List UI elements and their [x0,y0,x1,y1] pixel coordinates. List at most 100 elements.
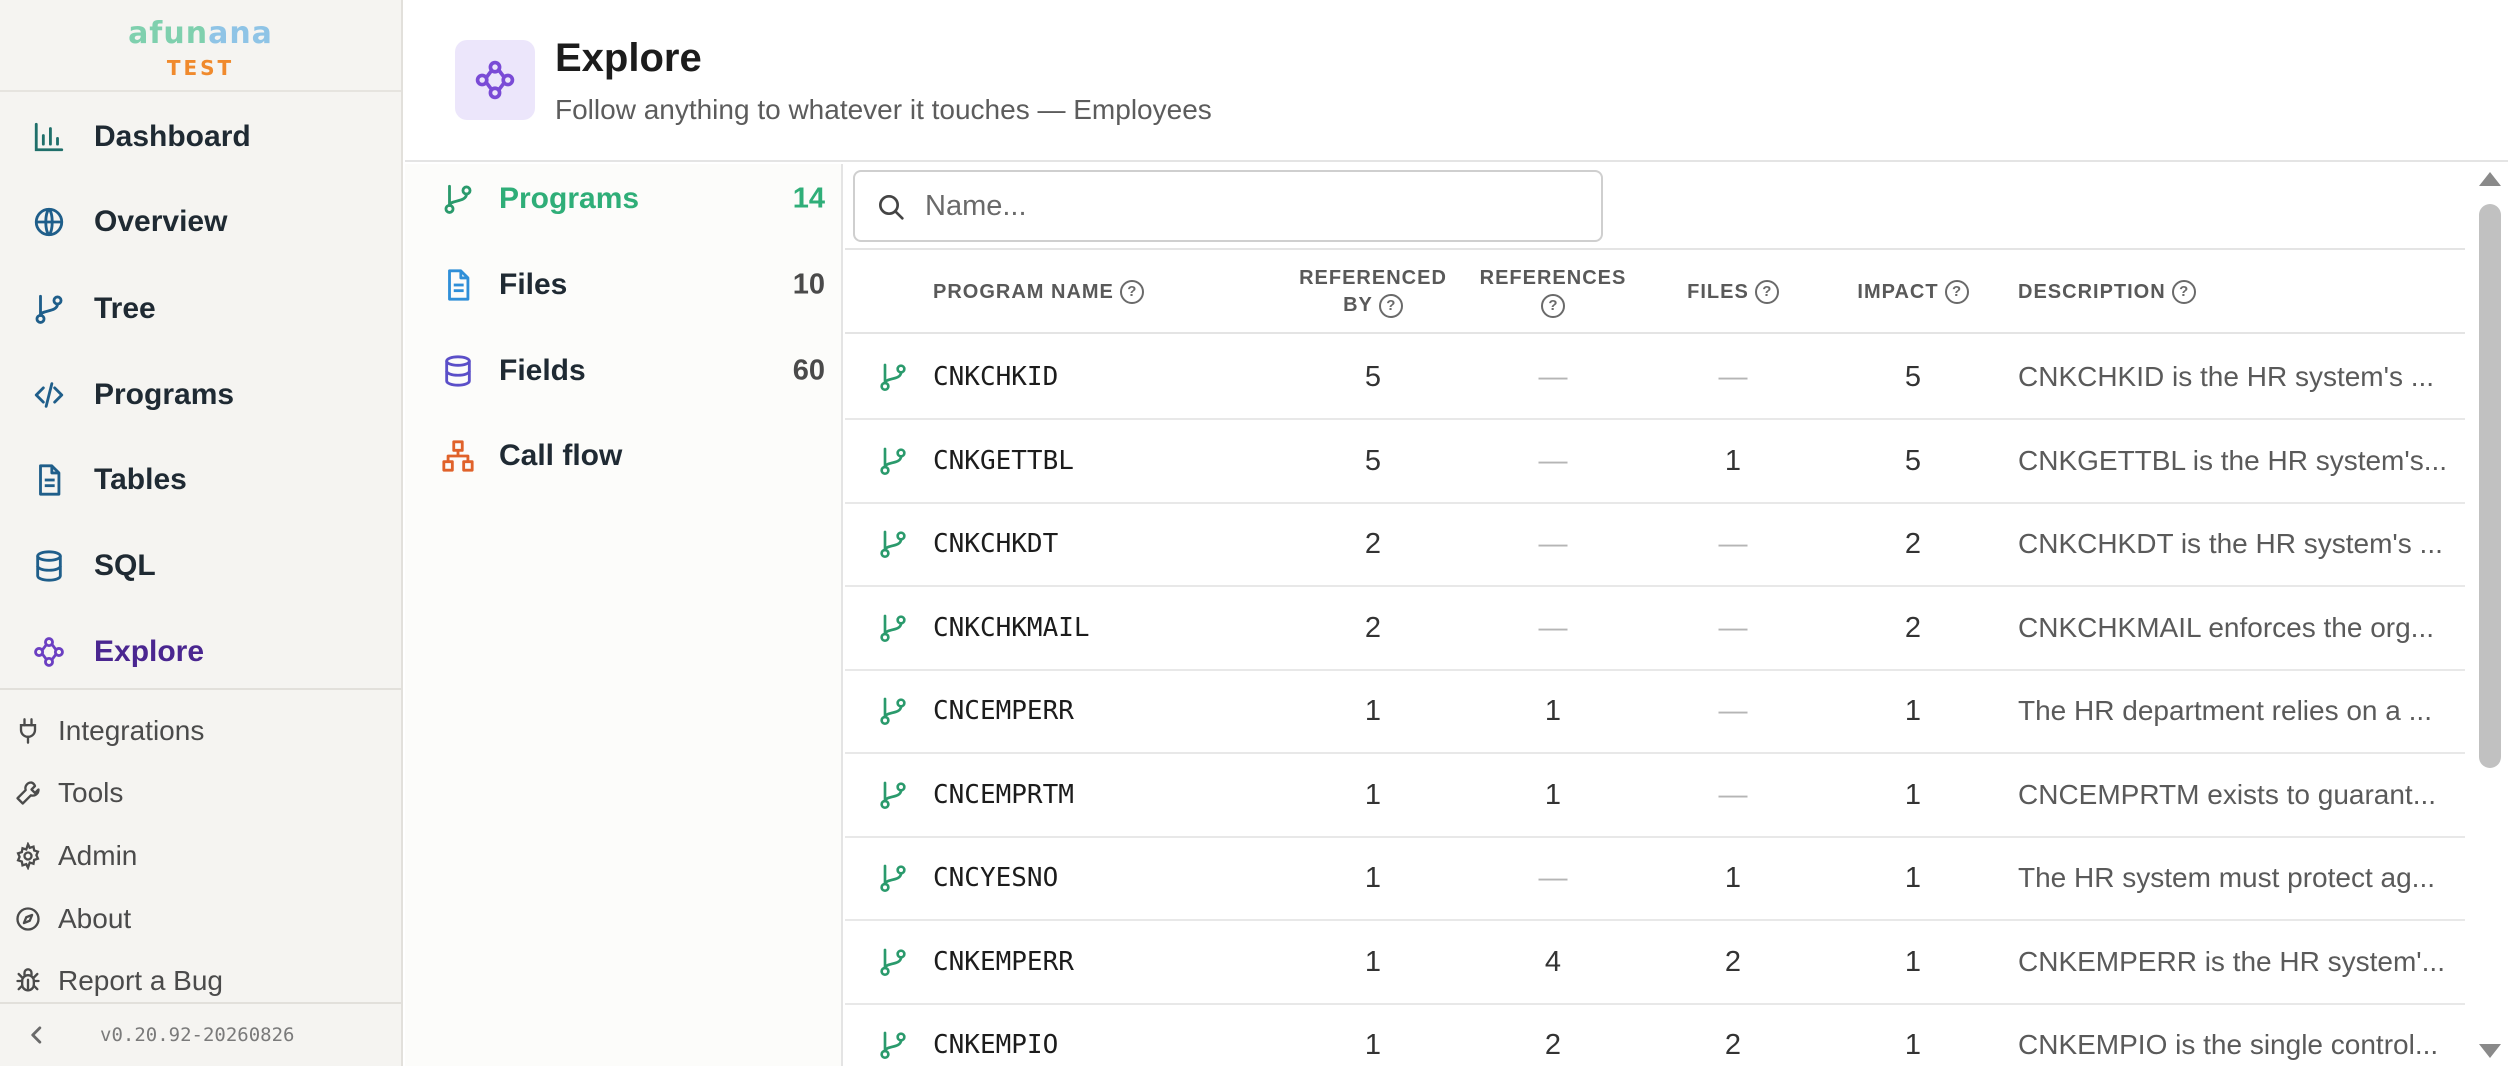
sidebar-item-overview[interactable]: Overview [0,187,401,257]
table-row[interactable]: CNKCHKID 5 — — 5 CNKCHKID is the HR system's … [845,336,2465,420]
program-name-cell[interactable]: CNKGETTBL [933,420,1074,502]
git-branch-icon [880,781,906,809]
column-header-references[interactable]: REFERENCES? [1465,250,1641,334]
table-row[interactable]: CNKCHKMAIL 2 — — 2 CNKCHKMAIL enforces the or… [845,587,2465,671]
category-call-flow[interactable]: Call flow [405,421,841,491]
sidebar-item-label: Explore [94,635,205,668]
chevron-left-icon[interactable] [20,1018,54,1052]
sidebar-item-tree[interactable]: Tree [0,274,401,344]
scrollbar-thumb[interactable] [2479,204,2501,768]
program-name-cell[interactable]: CNKCHKDT [933,503,1058,585]
scroll-down-arrow[interactable] [2479,1044,2501,1058]
impact-cell: 5 [1904,361,1922,393]
program-name-cell[interactable]: CNCYESNO [933,837,1058,919]
column-header-referenced-by[interactable]: REFERENCED BY? [1285,250,1461,334]
table-row[interactable]: CNCYESNO 1 — 1 1 The HR system must protect a… [845,837,2465,921]
help-icon[interactable]: ? [1119,280,1144,304]
compass-icon [16,907,40,931]
program-name-cell[interactable]: CNCEMPERR [933,670,1074,752]
category-label: Files [499,268,568,301]
files-cell: 2 [1724,1029,1742,1061]
programs-table-section: PROGRAM NAME? REFERENCEDBY? REFERENCES? … [845,164,2508,1066]
brand-name: afunana [128,16,273,51]
sidebar-item-label: Tree [94,292,156,325]
referenced-by-cell: 5 [1364,361,1382,393]
references-cell: — [1538,444,1568,477]
references-cell: 1 [1544,695,1562,727]
referenced-by-cell: 1 [1364,695,1382,727]
git-branch-icon [880,530,906,558]
sidebar-item-integrations[interactable]: Integrations [0,701,401,761]
table-row[interactable]: CNCEMPRTM 1 1 — 1 CNCEMPRTM exists to guarant… [845,754,2465,838]
program-name-cell[interactable]: CNCEMPRTM [933,754,1074,836]
table-row[interactable]: CNKCHKDT 2 — — 2 CNKCHKDT is the HR system's … [845,503,2465,587]
help-icon[interactable]: ? [1944,280,1969,304]
column-header-program-name[interactable]: PROGRAM NAME? [933,250,1144,334]
program-name-cell[interactable]: CNKCHKMAIL [933,587,1090,669]
search-box [853,170,1603,242]
table-row[interactable]: CNCEMPERR 1 1 — 1 The HR department relies on… [845,670,2465,754]
version-label: v0.20.92-20260826 [100,1024,295,1046]
column-header-description[interactable]: DESCRIPTION? [2018,250,2196,334]
globe-icon [34,207,64,237]
impact-cell: 2 [1904,611,1922,644]
category-count: 14 [792,182,825,215]
sidebar-item-tables[interactable]: Tables [0,445,401,515]
files-cell: — [1718,528,1748,560]
git-branch-icon [880,363,906,391]
sidebar-item-label: Overview [94,205,228,238]
git-branch-icon [880,948,906,976]
category-label: Fields [499,354,586,387]
help-icon[interactable]: ? [1540,293,1565,318]
category-label: Programs [499,182,640,215]
sidebar-item-sql[interactable]: SQL [0,531,401,601]
program-name-cell[interactable]: CNKEMPIO [933,1004,1058,1066]
program-name-cell[interactable]: CNKCHKID [933,336,1058,418]
impact-cell: 1 [1904,778,1922,811]
category-label: Call flow [499,439,623,472]
column-header-impact[interactable]: IMPACT? [1825,250,2001,334]
table-scrollbar[interactable] [2473,164,2508,1066]
program-name-cell[interactable]: CNKEMPERR [933,921,1074,1003]
category-count: 60 [792,354,825,387]
scroll-up-arrow[interactable] [2479,172,2501,186]
help-icon[interactable]: ? [1378,293,1403,318]
database-icon [36,550,62,582]
files-cell: — [1718,695,1748,727]
sidebar-item-label: Admin [58,840,138,871]
table-row[interactable]: CNKEMPERR 1 4 2 1 CNKEMPERR is the HR system'… [845,921,2465,1005]
references-cell: — [1538,862,1568,894]
sidebar-item-dashboard[interactable]: Dashboard [0,102,401,172]
document-icon [39,464,61,496]
sidebar: afunana TEST Dashboard Overview Tree Pro… [0,0,403,1066]
table-row[interactable]: CNKGETTBL 5 — 1 5 CNKGETTBL is the HR system'… [845,420,2465,504]
help-icon[interactable]: ? [2171,280,2196,304]
files-cell: — [1718,778,1748,811]
references-cell: 1 [1544,778,1562,811]
sidebar-item-admin[interactable]: Admin [0,826,401,886]
impact-cell: 1 [1904,695,1922,727]
sidebar-item-tools[interactable]: Tools [0,763,401,823]
files-cell: 1 [1724,862,1742,894]
table-row[interactable]: CNKEMPIO 1 2 2 1 CNKEMPIO is the single contr… [845,1004,2465,1066]
brand-logo[interactable]: afunana TEST [0,0,401,92]
sidebar-item-explore[interactable]: Explore [0,617,401,687]
help-icon[interactable]: ? [1754,280,1779,304]
description-cell: CNKCHKMAIL enforces the org... [2018,611,2435,643]
git-branch-icon [880,614,906,642]
category-files[interactable]: Files 10 [405,250,841,320]
impact-cell: 2 [1904,528,1922,560]
sidebar-item-programs[interactable]: Programs [0,360,401,430]
impact-cell: 1 [1904,1029,1922,1061]
explore-graph-icon [475,60,515,100]
files-cell: — [1718,361,1748,393]
sidebar-item-about[interactable]: About [0,889,401,949]
description-cell: CNKCHKDT is the HR system's ... [2018,528,2443,559]
search-input[interactable] [925,180,1585,232]
git-branch-icon [880,697,906,725]
category-programs[interactable]: Programs 14 [405,164,841,234]
category-fields[interactable]: Fields 60 [405,336,841,406]
table-header: PROGRAM NAME? REFERENCED BY? REFERENCES? … [845,248,2465,334]
column-header-files[interactable]: FILES? [1645,250,1821,334]
referenced-by-cell: 1 [1364,778,1382,811]
